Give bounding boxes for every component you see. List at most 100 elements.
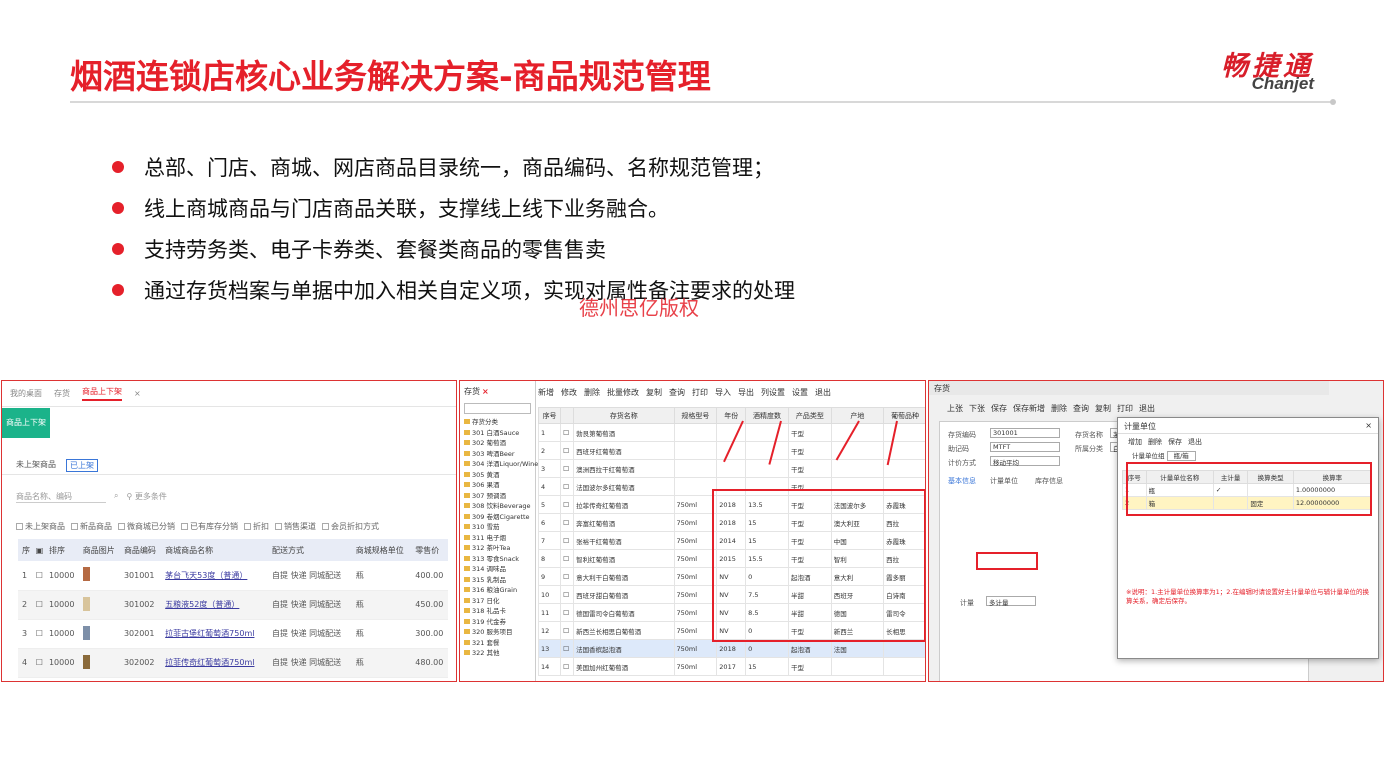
tab-units[interactable]: 计量单位 bbox=[990, 476, 1018, 486]
toolbar-button[interactable]: 删除 bbox=[1051, 403, 1067, 414]
close-icon[interactable]: × bbox=[1365, 421, 1372, 430]
tree-item[interactable]: 310 雪茄 bbox=[464, 521, 535, 532]
tab-basic-info[interactable]: 基本信息 bbox=[948, 476, 976, 486]
tree-item[interactable]: 302 葡萄酒 bbox=[464, 437, 535, 448]
toolbar-button[interactable]: 复制 bbox=[1095, 403, 1111, 414]
row-checkbox[interactable]: ☐ bbox=[560, 603, 575, 622]
shelf-button[interactable]: 商品上下架 bbox=[2, 408, 50, 438]
table-row[interactable]: 1 ☐ 10000 301001 茅台飞天53度（普通） 自提 快递 同城配送瓶 400.0… bbox=[18, 561, 448, 591]
toolbar-button[interactable]: 修改 bbox=[561, 387, 577, 398]
tree-item[interactable]: 303 啤酒Beer bbox=[464, 448, 535, 459]
toolbar-button[interactable]: 打印 bbox=[692, 387, 708, 398]
row-checkbox[interactable]: ☐ bbox=[560, 567, 575, 586]
unit-select[interactable]: 多计量 bbox=[986, 596, 1036, 607]
toolbar-button[interactable]: 设置 bbox=[792, 387, 808, 398]
filter-checkbox[interactable]: 销售渠道 bbox=[275, 521, 316, 532]
toolbar-button[interactable]: 新增 bbox=[538, 387, 554, 398]
search-icon[interactable]: ⌕ bbox=[114, 491, 118, 503]
tab-desktop[interactable]: 我的桌面 bbox=[10, 388, 42, 399]
row-checkbox[interactable]: ☐ bbox=[31, 648, 45, 678]
toolbar-button[interactable]: 导入 bbox=[715, 387, 731, 398]
product-link[interactable]: 茅台飞天53度（普通） bbox=[161, 561, 269, 591]
delete-button[interactable]: 删除 bbox=[1148, 437, 1162, 447]
toolbar-button[interactable]: 保存新增 bbox=[1013, 403, 1045, 414]
tab-shelf[interactable]: 商品上下架 bbox=[82, 386, 122, 401]
row-checkbox[interactable]: ☐ bbox=[560, 513, 575, 532]
search-input[interactable]: 商品名称、编码 bbox=[16, 491, 106, 503]
tree-item[interactable]: 308 饮料Beverage bbox=[464, 500, 535, 511]
close-icon[interactable]: × bbox=[482, 387, 489, 396]
tree-item[interactable]: 316 粮油Grain bbox=[464, 584, 535, 595]
close-icon[interactable]: × bbox=[134, 389, 141, 398]
tree-item[interactable]: 301 白酒Sauce bbox=[464, 427, 535, 438]
filter-checkbox[interactable]: 新品商品 bbox=[71, 521, 112, 532]
product-link[interactable]: 五粮液52度（普通） bbox=[161, 590, 269, 620]
filter-checkbox[interactable]: 未上架商品 bbox=[16, 521, 65, 532]
tree-item[interactable]: 321 套餐 bbox=[464, 637, 535, 648]
tab-unlisted[interactable]: 未上架商品 bbox=[16, 459, 56, 472]
exit-button[interactable]: 退出 bbox=[1188, 437, 1202, 447]
row-checkbox[interactable]: ☐ bbox=[560, 657, 575, 676]
toolbar-button[interactable]: 下张 bbox=[969, 403, 985, 414]
filter-checkbox[interactable]: 会员折扣方式 bbox=[322, 521, 379, 532]
table-row[interactable]: 4 ☐ 10000 302002 拉菲传奇红葡萄酒750ml 自提 快递 同城配送瓶 480… bbox=[18, 648, 448, 678]
row-checkbox[interactable]: ☐ bbox=[560, 495, 575, 514]
tab-inventory[interactable]: 存货 bbox=[54, 388, 70, 399]
tree-item[interactable]: 311 电子烟 bbox=[464, 532, 535, 543]
toolbar-button[interactable]: 导出 bbox=[738, 387, 754, 398]
tree-item[interactable]: 318 礼品卡 bbox=[464, 605, 535, 616]
toolbar-button[interactable]: 退出 bbox=[815, 387, 831, 398]
tree-item[interactable]: 315 乳制品 bbox=[464, 574, 535, 585]
toolbar-button[interactable]: 查询 bbox=[1073, 403, 1089, 414]
table-row[interactable]: 3 ☐ 澳洲西拉干红葡萄酒 干型 bbox=[537, 459, 925, 478]
tab-stock[interactable]: 库存信息 bbox=[1035, 476, 1063, 486]
tree-item[interactable]: 312 茶叶Tea bbox=[464, 542, 535, 553]
row-checkbox[interactable]: ☐ bbox=[560, 639, 575, 658]
more-filter-button[interactable]: ⚲ 更多条件 bbox=[126, 491, 166, 503]
row-checkbox[interactable]: ☐ bbox=[560, 477, 575, 496]
toolbar-button[interactable]: 保存 bbox=[991, 403, 1007, 414]
tree-item[interactable]: 307 预调酒 bbox=[464, 490, 535, 501]
row-checkbox[interactable]: ☐ bbox=[560, 621, 575, 640]
tree-item[interactable]: 309 卷烟Cigarette bbox=[464, 511, 535, 522]
tree-item[interactable]: 317 日化 bbox=[464, 595, 535, 606]
filter-checkbox[interactable]: 微商城已分销 bbox=[118, 521, 175, 532]
toolbar-button[interactable]: 退出 bbox=[1139, 403, 1155, 414]
mnemonic-field[interactable]: MTFT bbox=[990, 442, 1060, 452]
row-checkbox[interactable]: ☐ bbox=[560, 531, 575, 550]
product-link[interactable]: 拉菲古堡红葡萄酒750ml bbox=[161, 619, 269, 649]
locate-input[interactable] bbox=[464, 403, 531, 414]
row-checkbox[interactable]: ☐ bbox=[31, 619, 45, 649]
toolbar-button[interactable]: 删除 bbox=[584, 387, 600, 398]
tree-item[interactable]: 320 服务项目 bbox=[464, 626, 535, 637]
col-header-check[interactable]: ▣ bbox=[31, 539, 45, 561]
tree-item[interactable]: 304 洋酒Liquor/Wine bbox=[464, 458, 538, 469]
tree-item[interactable]: 存货分类 bbox=[464, 416, 535, 427]
product-link[interactable]: 拉菲传奇红葡萄酒750ml bbox=[161, 648, 269, 678]
row-checkbox[interactable]: ☐ bbox=[560, 549, 575, 568]
row-checkbox[interactable]: ☐ bbox=[560, 441, 575, 460]
pricing-method-select[interactable]: 移动平均 bbox=[990, 456, 1060, 467]
add-button[interactable]: 增加 bbox=[1128, 437, 1142, 447]
tree-item[interactable]: 319 代金券 bbox=[464, 616, 535, 627]
row-checkbox[interactable]: ☐ bbox=[560, 585, 575, 604]
toolbar-button[interactable]: 打印 bbox=[1117, 403, 1133, 414]
save-button[interactable]: 保存 bbox=[1168, 437, 1182, 447]
toolbar-button[interactable]: 查询 bbox=[669, 387, 685, 398]
row-checkbox[interactable]: ☐ bbox=[560, 459, 575, 478]
toolbar-button[interactable]: 上张 bbox=[947, 403, 963, 414]
filter-checkbox[interactable]: 已有库存分销 bbox=[181, 521, 238, 532]
tree-item[interactable]: 314 调味品 bbox=[464, 563, 535, 574]
tree-item[interactable]: 322 其他 bbox=[464, 647, 535, 658]
row-checkbox[interactable]: ☐ bbox=[31, 561, 45, 591]
tree-item[interactable]: 306 果酒 bbox=[464, 479, 535, 490]
table-row[interactable]: 3 ☐ 10000 302001 拉菲古堡红葡萄酒750ml 自提 快递 同城配送瓶 300… bbox=[18, 619, 448, 649]
tree-item[interactable]: 313 零食Snack bbox=[464, 553, 535, 564]
toolbar-button[interactable]: 批量修改 bbox=[607, 387, 639, 398]
toolbar-button[interactable]: 列设置 bbox=[761, 387, 785, 398]
table-row[interactable]: 13 ☐ 法国香槟起泡酒 750ml 2018 0 起泡酒 法国 bbox=[537, 639, 925, 658]
tab-listed[interactable]: 已上架 bbox=[66, 459, 98, 472]
row-checkbox[interactable]: ☐ bbox=[31, 590, 45, 620]
filter-checkbox[interactable]: 折扣 bbox=[244, 521, 269, 532]
unit-group-field[interactable]: 瓶/箱 bbox=[1166, 451, 1196, 461]
